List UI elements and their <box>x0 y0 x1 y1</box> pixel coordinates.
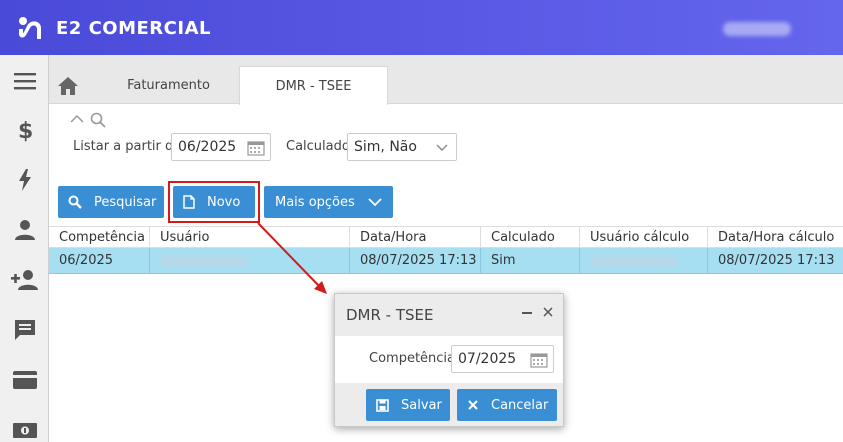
cancelar-button[interactable]: Cancelar <box>457 389 557 421</box>
dialog-title: DMR - TSEE <box>346 306 434 324</box>
cancelar-label: Cancelar <box>491 397 549 413</box>
salvar-label: Salvar <box>401 397 442 413</box>
minimize-icon[interactable] <box>521 305 533 323</box>
competencia-label: Competência <box>369 351 456 366</box>
dialog-footer: Salvar Cancelar <box>335 383 563 426</box>
close-icon[interactable] <box>542 305 554 323</box>
salvar-button[interactable]: Salvar <box>366 389 450 421</box>
calendar-icon[interactable] <box>530 352 548 368</box>
competencia-value: 07/2025 <box>458 351 517 367</box>
competencia-input[interactable]: 07/2025 <box>451 345 554 373</box>
close-icon <box>467 399 479 411</box>
dialog-header: DMR - TSEE <box>335 294 563 336</box>
save-icon <box>376 398 389 412</box>
dmr-tsee-dialog: DMR - TSEE Competência 07/2025 Salvar Ca… <box>334 293 564 427</box>
